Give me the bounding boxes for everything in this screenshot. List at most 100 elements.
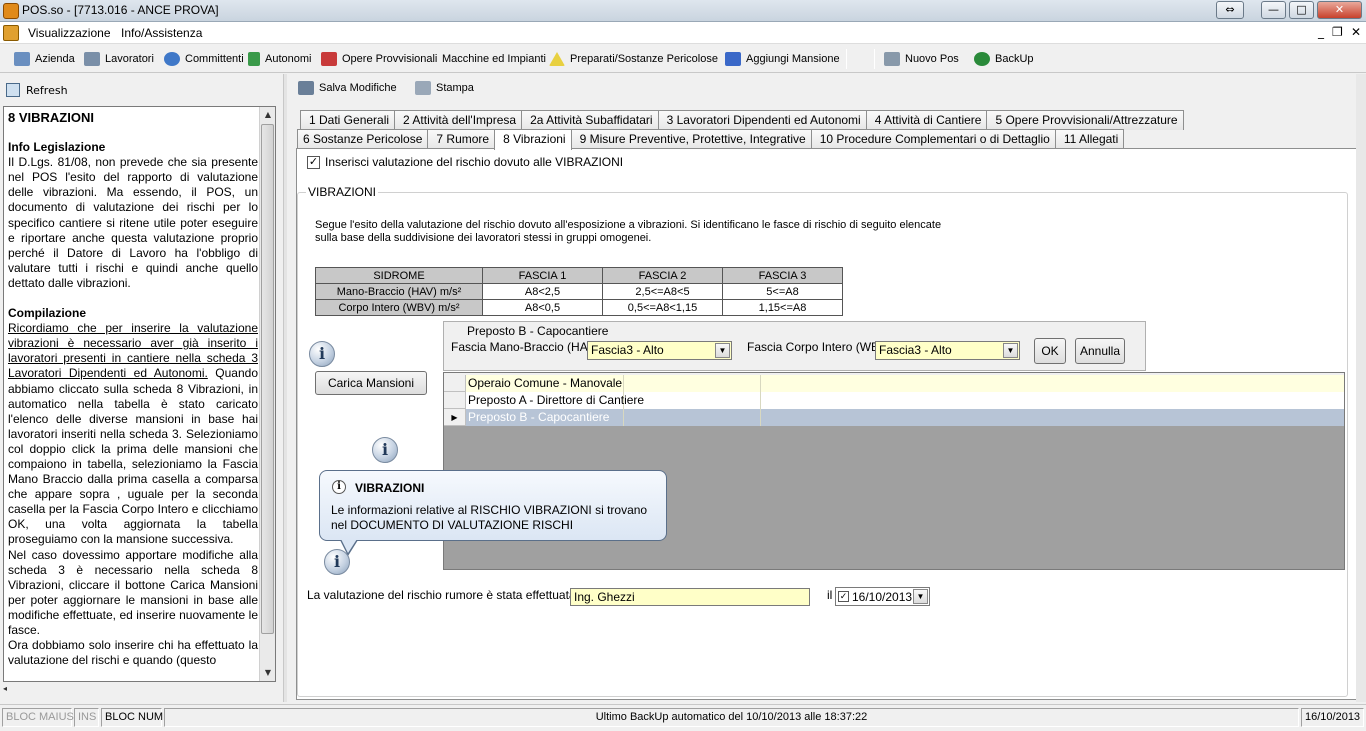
toolbar-lavoratori[interactable]: Lavoratori xyxy=(84,51,154,67)
balloon-text: Le informazioni relative al RISCHIO VIBR… xyxy=(331,503,648,532)
toolbar-separator xyxy=(846,49,847,69)
scroll-left-icon[interactable]: ◂ xyxy=(0,684,283,700)
print-icon xyxy=(415,81,431,95)
info-icon: i xyxy=(309,341,335,367)
toolbar-backup[interactable]: BackUp xyxy=(974,51,1034,67)
toolbar-azienda[interactable]: Azienda xyxy=(14,51,75,67)
title-bar: POS.so - [7713.016 - ANCE PROVA] ⇔ — □ ✕ xyxy=(0,0,1366,22)
inserisci-vibrazioni-checkbox[interactable]: ✓ Inserisci valutazione del rischio dovu… xyxy=(307,155,623,169)
table-cell: 5<=A8 xyxy=(722,283,843,300)
help-paragraph: Il D.Lgs. 81/08, non prevede che sia pre… xyxy=(8,155,258,290)
mansione-cell: Preposto B - Capocantiere xyxy=(467,409,624,426)
help-text: 8 VIBRAZIONI Info Legislazione Il D.Lgs.… xyxy=(8,110,258,668)
hazard-icon xyxy=(549,52,565,66)
minimize-button[interactable]: — xyxy=(1261,1,1286,19)
tab-attivita-impresa[interactable]: 2 Attività dell'Impresa xyxy=(394,110,523,130)
menu-visualizzazione[interactable]: Visualizzazione xyxy=(28,26,111,40)
tab-procedure-complementari[interactable]: 10 Procedure Complementari o di Dettagli… xyxy=(810,129,1056,149)
tab-opere-provvisionali[interactable]: 5 Opere Provvisionali/Attrezzature xyxy=(986,110,1184,130)
wbv-label: Fascia Corpo Intero (WBV) xyxy=(747,340,892,354)
tab-lavoratori[interactable]: 3 Lavoratori Dipendenti ed Autonomi xyxy=(657,110,867,130)
toolbar-label: Autonomi xyxy=(265,53,312,65)
checkbox-mark[interactable]: ✓ xyxy=(307,155,320,169)
tab-row-1: 1 Dati Generali 2 Attività dell'Impresa … xyxy=(300,110,1184,130)
info-balloon[interactable]: i VIBRAZIONI Le informazioni relative al… xyxy=(319,470,667,556)
document-icon xyxy=(3,25,19,41)
hav-value: Fascia3 - Alto xyxy=(591,343,664,357)
empty-cell xyxy=(625,409,761,426)
tab-attivita-cantiere[interactable]: 4 Attività di Cantiere xyxy=(865,110,988,130)
document-toolbar: Salva Modifiche Stampa xyxy=(288,74,1366,102)
tab-misure-preventive[interactable]: 9 Misure Preventive, Protettive, Integra… xyxy=(570,129,812,149)
toolbar-committenti[interactable]: Committenti xyxy=(164,51,244,67)
toolbar-separator xyxy=(874,49,875,69)
truck-icon xyxy=(321,52,337,66)
hav-select[interactable]: Fascia3 - Alto ▼ xyxy=(587,341,732,360)
toolbar-macchine-impianti[interactable]: Macchine ed Impianti xyxy=(442,51,546,67)
row-indicator xyxy=(444,392,466,409)
save-button[interactable]: Salva Modifiche xyxy=(298,80,397,96)
help-section-title: Info Legislazione xyxy=(8,140,106,155)
pane-splitter[interactable] xyxy=(283,74,287,702)
mdi-restore-button[interactable]: ❐ xyxy=(1332,25,1343,39)
toolbar-label: Azienda xyxy=(35,53,75,65)
tab-sostanze-pericolose[interactable]: 6 Sostanze Pericolose xyxy=(297,129,429,149)
header-cell: FASCIA 1 xyxy=(482,267,603,284)
toolbar-nuovo-pos[interactable]: Nuovo Pos xyxy=(884,51,959,67)
menu-info-assistenza[interactable]: Info/Assistenza xyxy=(121,26,202,40)
empty-cell xyxy=(762,375,1344,392)
tab-attivita-subaffidatari[interactable]: 2a Attività Subaffidatari xyxy=(521,110,659,130)
annulla-button[interactable]: Annulla xyxy=(1075,338,1125,364)
scroll-down-icon[interactable]: ▼ xyxy=(260,665,275,681)
chevron-down-icon[interactable]: ▼ xyxy=(715,343,730,358)
table-row[interactable]: Operaio Comune - Manovale xyxy=(444,375,1344,392)
chevron-down-icon[interactable]: ▼ xyxy=(913,589,928,604)
scroll-thumb[interactable] xyxy=(261,124,274,634)
table-row[interactable]: Preposto A - Direttore di Cantiere xyxy=(444,392,1344,409)
table-cell: A8<0,5 xyxy=(482,299,603,316)
empty-cell xyxy=(625,375,761,392)
wbv-select[interactable]: Fascia3 - Alto ▼ xyxy=(875,341,1020,360)
close-button[interactable]: ✕ xyxy=(1317,1,1362,19)
toolbar-autonomi[interactable]: Autonomi xyxy=(248,51,311,67)
help-scrollbar[interactable]: ▲ ▼ xyxy=(259,107,275,681)
tab-dati-generali[interactable]: 1 Dati Generali xyxy=(300,110,396,130)
mansione-cell: Operaio Comune - Manovale xyxy=(468,375,624,392)
main-toolbar: Azienda Lavoratori Committenti Autonomi … xyxy=(0,45,1366,73)
tab-vibrazioni[interactable]: 8 Vibrazioni xyxy=(494,129,572,150)
building-icon xyxy=(14,52,30,66)
toolbar-label: Committenti xyxy=(185,53,244,65)
help-text-box[interactable]: 8 VIBRAZIONI Info Legislazione Il D.Lgs.… xyxy=(3,106,276,682)
app-icon xyxy=(3,3,19,19)
print-button[interactable]: Stampa xyxy=(415,80,474,96)
main-scrollbar[interactable] xyxy=(1356,74,1366,702)
table-row-selected[interactable]: ▶ Preposto B - Capocantiere xyxy=(444,409,1344,426)
tab-allegati[interactable]: 11 Allegati xyxy=(1054,129,1125,149)
toolbar-preparati[interactable]: Preparati/Sostanze Pericolose xyxy=(549,51,718,67)
person-icon xyxy=(248,52,260,66)
toolbar-label: Macchine ed Impianti xyxy=(442,53,546,65)
empty-cell xyxy=(762,409,1344,426)
mdi-minimize-button[interactable]: _ xyxy=(1318,25,1324,39)
evaluation-date-picker[interactable]: ✓ 16/10/2013 ▼ xyxy=(835,587,930,606)
chevron-down-icon[interactable]: ▼ xyxy=(1003,343,1018,358)
toolbar-opere-provvisionali[interactable]: Opere Provvisionali xyxy=(321,51,437,67)
refresh-icon xyxy=(6,83,20,97)
mansione-cell: Preposto A - Direttore di Cantiere xyxy=(468,392,645,409)
worker-icon xyxy=(84,52,100,66)
maximize-button[interactable]: □ xyxy=(1289,1,1314,19)
refresh-button[interactable]: Refresh xyxy=(6,83,68,97)
toolbar-label: Lavoratori xyxy=(105,53,154,65)
ok-button[interactable]: OK xyxy=(1034,338,1066,364)
evaluator-input[interactable]: Ing. Ghezzi xyxy=(570,588,810,606)
scroll-up-icon[interactable]: ▲ xyxy=(260,107,275,123)
mdi-close-button[interactable]: ✕ xyxy=(1351,25,1361,39)
row-indicator xyxy=(444,375,466,392)
toolbar-label: Aggiungi Mansione xyxy=(746,53,840,65)
date-checkbox[interactable]: ✓ xyxy=(838,591,849,602)
tab-rumore[interactable]: 7 Rumore xyxy=(427,129,496,149)
checkbox-label: Inserisci valutazione del rischio dovuto… xyxy=(325,155,624,169)
restore-icon[interactable]: ⇔ xyxy=(1216,1,1244,19)
carica-mansioni-button[interactable]: Carica Mansioni xyxy=(315,371,427,395)
toolbar-aggiungi-mansione[interactable]: Aggiungi Mansione xyxy=(725,51,840,67)
